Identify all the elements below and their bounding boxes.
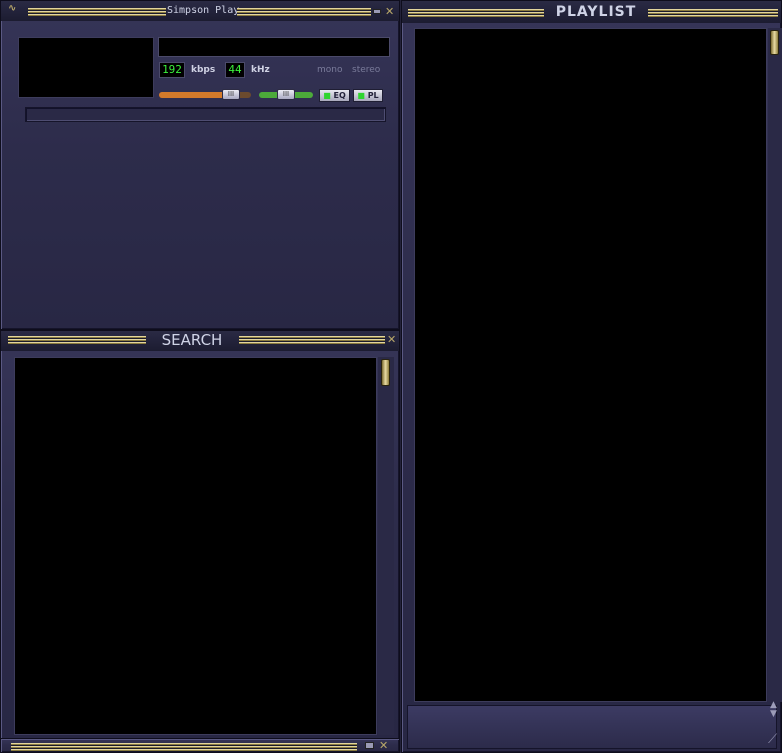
search-scroll-thumb[interactable] (381, 359, 390, 386)
titlebar-stripe-left (28, 8, 166, 16)
eq-button-label: EQ (333, 91, 346, 100)
menu-logo-icon[interactable]: ∿ (8, 4, 16, 14)
samplerate-readout: 44 (225, 62, 245, 78)
playlist-stripe-left (408, 9, 544, 17)
playlist-stripe-right (648, 9, 778, 17)
minimize-icon[interactable] (373, 9, 381, 14)
playlist-titlebar[interactable]: PLAYLIST (402, 1, 781, 23)
search-scrollbar[interactable] (378, 357, 394, 735)
search-results-list[interactable] (14, 357, 377, 735)
search-close-icon[interactable]: ✕ (387, 334, 396, 345)
volume-thumb[interactable]: III (222, 89, 240, 100)
search-stripe-left (8, 336, 146, 344)
bottom-stripe (11, 743, 357, 751)
eq-toggle-button[interactable]: ■ EQ (319, 89, 350, 102)
player-titlebar[interactable]: ∿ Simpson Play ✕ (1, 1, 399, 21)
playlist-track-list[interactable] (414, 28, 767, 702)
playlist-bottom-bar (407, 705, 777, 749)
seek-bar[interactable] (25, 107, 386, 122)
playlist-window: PLAYLIST ▲ ▼ ⟋ (401, 0, 782, 753)
pl-button-label: PL (367, 91, 379, 100)
search-stripe-right (239, 336, 385, 344)
balance-slider[interactable]: III (259, 89, 313, 100)
eq-led-icon: ■ (323, 91, 331, 100)
volume-slider[interactable]: III (159, 89, 251, 100)
playlist-title: PLAYLIST (555, 4, 637, 20)
playlist-scroll-thumb[interactable] (770, 30, 779, 55)
balance-thumb[interactable]: III (277, 89, 295, 100)
visualizer-display[interactable] (18, 37, 154, 98)
bitrate-unit: kbps (191, 65, 216, 75)
pl-toggle-button[interactable]: ■ PL (353, 89, 383, 102)
bottom-close-icon[interactable]: ✕ (379, 740, 388, 751)
bitrate-readout: 192 (159, 62, 185, 78)
player-title: Simpson Play (167, 5, 240, 16)
track-info-display (158, 37, 390, 57)
volume-fill (159, 92, 231, 98)
search-window: SEARCH ✕ (0, 330, 400, 740)
stereo-indicator: stereo (352, 65, 381, 75)
search-titlebar[interactable]: SEARCH ✕ (1, 331, 399, 351)
scroll-arrows-icon[interactable]: ▲ ▼ (770, 701, 777, 719)
search-title: SEARCH (161, 331, 223, 349)
mono-indicator: mono (317, 65, 343, 75)
bottom-window: ✕ (0, 738, 400, 753)
bottom-minimize-icon[interactable] (365, 742, 374, 749)
playlist-scrollbar[interactable] (768, 28, 782, 702)
titlebar-stripe-right (237, 8, 371, 16)
player-window: ∿ Simpson Play ✕ 192 kbps 44 kHz mono st… (0, 0, 400, 330)
pl-led-icon: ■ (357, 91, 365, 100)
resize-grip-icon[interactable]: ⟋ (768, 732, 777, 747)
close-icon[interactable]: ✕ (385, 6, 394, 17)
samplerate-unit: kHz (251, 65, 270, 75)
